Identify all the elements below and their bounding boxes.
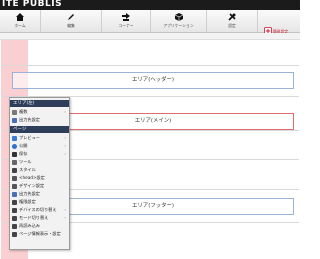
context-menu-item-label: 権限設定 (19, 199, 36, 204)
context-menu-item-design-settings[interactable]: デザイン設定 (10, 182, 69, 190)
toolbar-application-button[interactable]: アプリケーション (151, 10, 207, 32)
context-menu-item-page-info[interactable]: ページ情報表示・設定 (10, 230, 69, 238)
output-icon (12, 117, 17, 123)
context-menu-item-label: デバイスの切り替え (19, 207, 57, 212)
pencil-icon (68, 14, 74, 20)
cube-icon (174, 13, 183, 21)
context-menu-item-head-settings[interactable]: <head>設定 (10, 174, 69, 182)
context-menu-item-label: 出力先設定 (19, 117, 40, 122)
wrench-icon (228, 13, 236, 21)
chevron-right-icon: › (64, 109, 66, 114)
context-menu-section-page: ページ (10, 126, 69, 133)
context-menu-item-label: デザイン設定 (19, 183, 45, 188)
area-main-label: エリア(メイン) (134, 118, 172, 124)
chevron-right-icon: › (64, 135, 66, 140)
context-menu-item-device-switch[interactable]: デバイスの切り替え › (10, 206, 69, 214)
context-menu-section-area: エリア(左) (10, 100, 69, 107)
layers-icon (12, 109, 17, 115)
chevron-right-icon: › (64, 215, 66, 220)
context-menu-item-label: モード切り替え (19, 215, 49, 220)
context-menu-item-publish[interactable]: 公開 › (10, 142, 69, 150)
context-menu-item-label: 再読み込み (19, 223, 40, 228)
sub-toolbar (0, 33, 300, 40)
context-menu: エリア(左) 複数 › 出力先設定 ページ プレビュー › 公開 › 保存 › … (9, 97, 70, 250)
context-menu-item-label: プレビュー (19, 135, 40, 140)
title-bar: ITE PUBLIS (0, 0, 300, 10)
toolbar-home-button[interactable]: ホーム (0, 10, 41, 32)
context-menu-item-tool[interactable]: ツール (10, 158, 69, 166)
context-menu-item-label: 複数 (19, 109, 28, 114)
context-menu-item-label: ツール (19, 159, 32, 164)
divider (1, 65, 299, 66)
context-menu-item-preview[interactable]: プレビュー › (10, 134, 69, 142)
context-menu-item-label: ページ情報表示・設定 (19, 231, 61, 236)
chevron-right-icon: › (64, 151, 66, 156)
tool-icon (12, 159, 17, 165)
output-icon (12, 191, 17, 197)
chevron-right-icon: › (64, 143, 66, 148)
context-menu-item-output-page[interactable]: 出力先設定 (10, 190, 69, 198)
preview-icon (12, 135, 17, 141)
context-menu-item-multiple[interactable]: 複数 › (10, 108, 69, 116)
toolbar-settings-label: 設定 (228, 23, 236, 28)
chevron-right-icon: › (64, 207, 66, 212)
toolbar-corner-button[interactable]: コーナー (102, 10, 151, 32)
area-header[interactable]: エリア(ヘッダー) (12, 72, 294, 89)
permission-icon (12, 199, 17, 205)
home-icon (16, 13, 24, 21)
context-menu-item-label: <head>設定 (19, 175, 45, 180)
toolbar-settings-button[interactable]: 設定 (207, 10, 258, 32)
head-icon (12, 175, 17, 181)
context-menu-item-label: 出力先設定 (19, 191, 40, 196)
info-icon (12, 231, 17, 237)
context-menu-item-label: スタイル (19, 167, 36, 172)
context-menu-item-reload[interactable]: 再読み込み (10, 222, 69, 230)
context-menu-item-permission[interactable]: 権限設定 (10, 198, 69, 206)
context-menu-item-output-area[interactable]: 出力先設定 (10, 116, 69, 124)
corner-icon (122, 13, 130, 21)
toolbar-application-label: アプリケーション (163, 23, 194, 28)
reload-icon (12, 223, 17, 229)
toolbar-corner-label: コーナー (118, 23, 134, 28)
mode-icon (12, 215, 17, 221)
globe-icon (12, 143, 17, 149)
style-icon (12, 167, 17, 173)
context-menu-item-label: 公開 (19, 143, 28, 148)
brand-name: ITE PUBLIS (2, 0, 63, 9)
save-icon (12, 151, 17, 157)
design-icon (12, 183, 17, 189)
context-menu-item-style[interactable]: スタイル (10, 166, 69, 174)
toolbar-edit-label: 編集 (67, 23, 75, 28)
area-footer-label: エリア(フッター) (132, 203, 174, 209)
context-menu-item-label: 保存 (19, 151, 28, 156)
main-toolbar: ホーム 編集 コーナー アプリケーション 設定 簡易設定 (0, 10, 300, 35)
context-menu-item-mode-switch[interactable]: モード切り替え › (10, 214, 69, 222)
context-menu-item-save[interactable]: 保存 › (10, 150, 69, 158)
device-icon (12, 207, 17, 213)
toolbar-edit-button[interactable]: 編集 (41, 10, 102, 32)
area-header-label: エリア(ヘッダー) (132, 77, 174, 83)
toolbar-home-label: ホーム (14, 23, 26, 28)
